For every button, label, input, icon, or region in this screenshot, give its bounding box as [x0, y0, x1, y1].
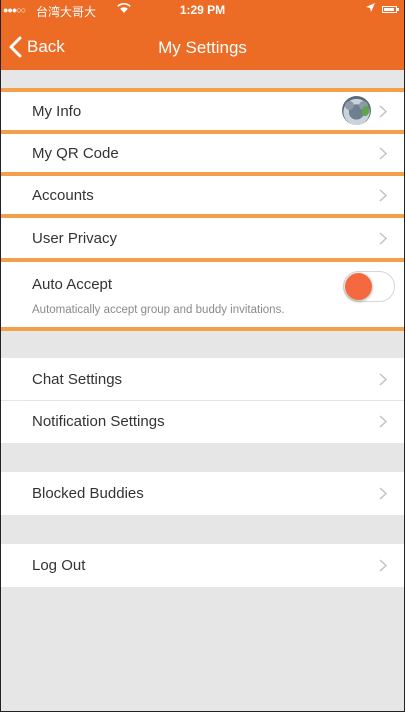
- row-label: Log Out: [32, 557, 86, 574]
- settings-row-auto-accept: Auto Accept Automatically accept group a…: [0, 262, 405, 327]
- row-label: Chat Settings: [32, 371, 123, 388]
- row-label: User Privacy: [32, 230, 118, 247]
- row-label: Accounts: [32, 187, 94, 204]
- chevron-right-icon: [379, 189, 387, 202]
- row-label: My Info: [32, 103, 82, 120]
- chevron-right-icon: [379, 147, 387, 160]
- highlight-line: [0, 327, 405, 331]
- auto-accept-toggle[interactable]: [343, 271, 395, 302]
- avatar: [342, 96, 371, 125]
- status-bar: ●●●○○ 台湾大哥大 1:29 PM: [0, 0, 405, 22]
- row-description: Automatically accept group and buddy inv…: [32, 304, 285, 316]
- nav-header: ●●●○○ 台湾大哥大 1:29 PM Back My Settings: [0, 0, 405, 70]
- page-title: My Settings: [158, 38, 247, 57]
- row-label: Notification Settings: [32, 413, 165, 430]
- battery-icon: [382, 6, 399, 13]
- row-label: Blocked Buddies: [32, 485, 144, 502]
- settings-row-my-info[interactable]: My Info: [0, 92, 405, 130]
- settings-row-log-out[interactable]: Log Out: [0, 544, 405, 587]
- chevron-right-icon: [379, 373, 387, 386]
- chevron-right-icon: [379, 105, 387, 118]
- settings-row-blocked-buddies[interactable]: Blocked Buddies: [0, 472, 405, 515]
- row-label: My QR Code: [32, 145, 119, 162]
- settings-row-user-privacy[interactable]: User Privacy: [0, 218, 405, 258]
- settings-row-my-qr-code[interactable]: My QR Code: [0, 134, 405, 172]
- settings-row-notification-settings[interactable]: Notification Settings: [0, 401, 405, 443]
- clock: 1:29 PM: [179, 3, 226, 17]
- location-arrow-icon: [366, 3, 375, 15]
- chevron-right-icon: [379, 487, 387, 500]
- row-label: Auto Accept: [32, 276, 113, 293]
- settings-row-chat-settings[interactable]: Chat Settings: [0, 358, 405, 400]
- chevron-right-icon: [379, 232, 387, 245]
- settings-row-accounts[interactable]: Accounts: [0, 176, 405, 214]
- chevron-right-icon: [379, 415, 387, 428]
- toggle-knob: [345, 273, 372, 300]
- chevron-right-icon: [379, 559, 387, 572]
